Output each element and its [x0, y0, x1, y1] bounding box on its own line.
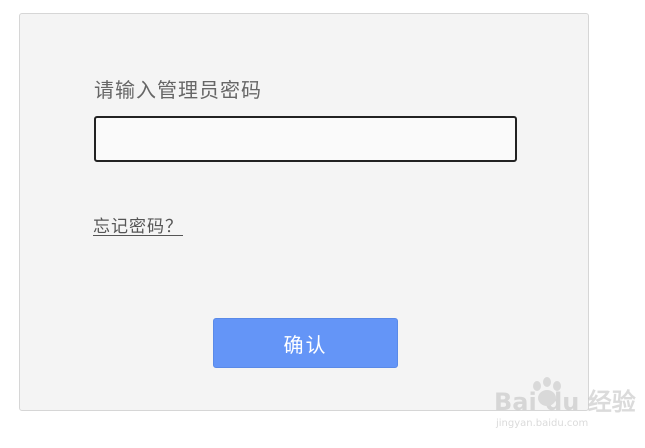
password-input[interactable]: [94, 116, 517, 162]
confirm-button[interactable]: 确认: [213, 318, 398, 368]
baidu-jingyan-watermark: Bai du 经验 jingyan.baidu.com: [494, 377, 636, 440]
page: 请输入管理员密码 忘记密码？ 确认 Bai du 经验 jingyan.baid…: [0, 0, 645, 448]
forgot-password-link[interactable]: 忘记密码？: [93, 212, 183, 237]
baidu-paw-icon: [533, 377, 561, 406]
password-prompt-label: 请输入管理员密码: [94, 78, 262, 102]
watermark-sub-text: jingyan.baidu.com: [496, 418, 589, 429]
login-panel: 请输入管理员密码 忘记密码？ 确认: [19, 13, 589, 411]
